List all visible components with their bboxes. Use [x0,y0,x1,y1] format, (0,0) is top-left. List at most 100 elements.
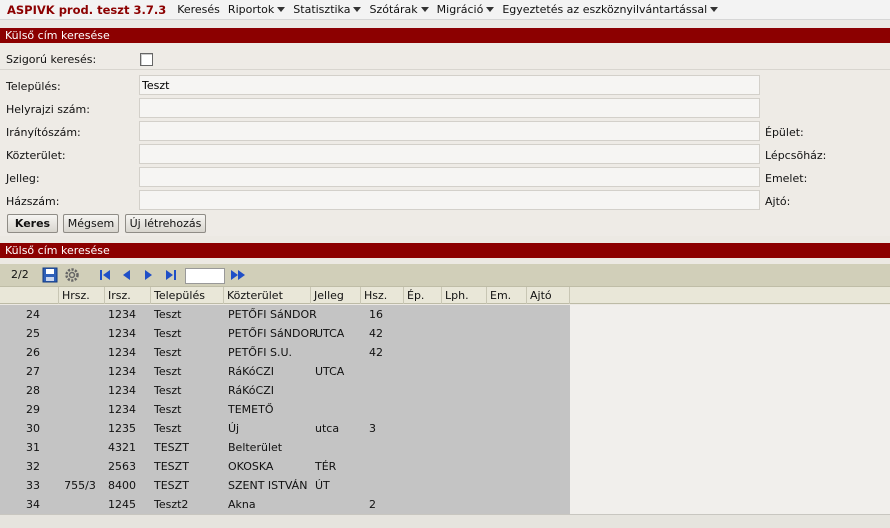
cell-kozterulet: Új [228,422,240,435]
menu-kereses[interactable]: Keresés [177,3,220,16]
menu-egyeztetes[interactable]: Egyeztetés az eszköznyilvántartással [502,3,719,16]
table-row[interactable]: 32 2563 TESZT OKOSKA TÉR [0,457,570,476]
row-number: 27 [26,365,40,378]
row-number: 26 [26,346,40,359]
telepules-input[interactable] [139,75,760,95]
prev-page-icon[interactable] [120,267,132,283]
search-button[interactable]: Keres [7,214,58,233]
strict-search-checkbox[interactable] [140,53,153,66]
row-number: 32 [26,460,40,473]
page-indicator: 2/2 [11,268,29,281]
next-page-icon[interactable] [143,267,155,283]
status-bar [0,514,890,528]
cell-irsz: 2563 [108,460,136,473]
go-page-icon[interactable] [229,267,247,283]
row-number: 29 [26,403,40,416]
column-header-hsz[interactable]: Hsz. [360,287,403,304]
menu-label: Egyeztetés az eszköznyilvántartással [502,3,708,16]
column-header-lph[interactable]: Lph. [441,287,486,304]
menu-szotarak[interactable]: Szótárak [369,3,429,16]
cell-hrsz: 755/3 [64,479,96,492]
column-header-jelleg[interactable]: Jelleg [310,287,360,304]
table-row[interactable]: 24 1234 Teszt PETŐFI SáNDOR 16 [0,305,570,324]
menu-statisztika[interactable]: Statisztika [293,3,362,16]
jelleg-label: Jelleg: [6,172,40,185]
column-header-hrsz[interactable]: Hrsz. [58,287,104,304]
column-header-irsz[interactable]: Irsz. [104,287,150,304]
last-page-icon[interactable] [164,267,178,283]
table-row[interactable]: 28 1234 Teszt RáKóCZI [0,381,570,400]
cell-telepules: TESZT [154,479,189,492]
create-button[interactable]: Új létrehozás [125,214,206,233]
kozterulet-label: Közterület: [6,149,66,162]
cell-irsz: 1235 [108,422,136,435]
menu-label: Riportok [227,3,275,16]
grid-toolbar: 2/2 [0,264,890,287]
ajto-label: Ajtó: [765,195,791,208]
column-header-ep[interactable]: Ép. [403,287,441,304]
cell-telepules: Teszt [154,327,182,340]
cell-kozterulet: Belterület [228,441,283,454]
cell-hrsz [58,457,102,476]
column-header-ajto[interactable]: Ajtó [526,287,570,304]
hrsz-input[interactable] [139,98,760,118]
emelet-label: Emelet: [765,172,808,185]
table-row[interactable]: 26 1234 Teszt PETŐFI S.U. 42 [0,343,570,362]
cell-irsz: 1245 [108,498,136,511]
table-row[interactable]: 30 1235 Teszt Új utca 3 [0,419,570,438]
kozterulet-input[interactable] [139,144,760,164]
cell-telepules: Teszt [154,346,182,359]
divider [0,69,890,70]
page-number-input[interactable] [185,268,225,284]
lepcsohaz-label: Lépcsõház: [765,149,827,162]
cell-telepules: Teszt [154,422,182,435]
cancel-button[interactable]: Mégsem [63,214,119,233]
menu-migracio[interactable]: Migráció [437,3,495,16]
cell-irsz: 1234 [108,327,136,340]
cell-hsz: 42 [369,346,383,359]
row-number: 28 [26,384,40,397]
first-page-icon[interactable] [98,267,112,283]
app-title: ASPIVK prod. teszt 3.7.3 [7,2,167,17]
save-icon[interactable] [42,267,58,283]
menubar: ASPIVK prod. teszt 3.7.3 Keresés Riporto… [0,0,890,20]
cell-telepules: TESZT [154,441,189,454]
column-header-em[interactable]: Em. [486,287,526,304]
table-row[interactable]: 34 1245 Teszt2 Akna 2 [0,495,570,514]
cell-kozterulet: Akna [228,498,256,511]
cell-hsz: 2 [369,498,376,511]
column-header-kozterulet[interactable]: Közterület [223,287,310,304]
table-row[interactable]: 31 4321 TESZT Belterület [0,438,570,457]
table-row[interactable]: 25 1234 Teszt PETŐFI SáNDOR UTCA 42 [0,324,570,343]
results-grid: 24 1234 Teszt PETŐFI SáNDOR 16 25 1234 T… [0,305,570,514]
menu-riportok[interactable]: Riportok [227,3,286,16]
row-number: 31 [26,441,40,454]
chevron-down-icon [277,7,286,12]
cell-kozterulet: TEMETŐ [228,403,274,416]
cell-irsz: 1234 [108,384,136,397]
irsz-input[interactable] [139,121,760,141]
cell-hsz: 3 [369,422,376,435]
gear-icon[interactable] [64,267,80,283]
cell-telepules: Teszt [154,403,182,416]
menu-label: Statisztika [293,3,351,16]
column-header-telepules[interactable]: Település [150,287,223,304]
cell-telepules: Teszt2 [154,498,189,511]
hazszam-input[interactable] [139,190,760,210]
irsz-label: Irányítószám: [6,126,81,139]
jelleg-input[interactable] [139,167,760,187]
cell-hrsz [58,362,102,381]
table-row[interactable]: 27 1234 Teszt RáKóCZI UTCA [0,362,570,381]
cell-hrsz [58,400,102,419]
cell-kozterulet: OKOSKA [228,460,274,473]
cell-telepules: Teszt [154,384,182,397]
chevron-down-icon [710,7,719,12]
table-row[interactable]: 33 755/3 8400 TESZT SZENT ISTVÁN ÚT [0,476,570,495]
chevron-down-icon [420,7,429,12]
table-row[interactable]: 29 1234 Teszt TEMETŐ [0,400,570,419]
cell-kozterulet: SZENT ISTVÁN [228,479,308,492]
cell-hrsz [58,305,102,324]
cell-kozterulet: PETŐFI S.U. [228,346,293,359]
cell-jelleg: TÉR [315,460,337,473]
results-panel-title: Külső cím keresése [0,243,890,258]
